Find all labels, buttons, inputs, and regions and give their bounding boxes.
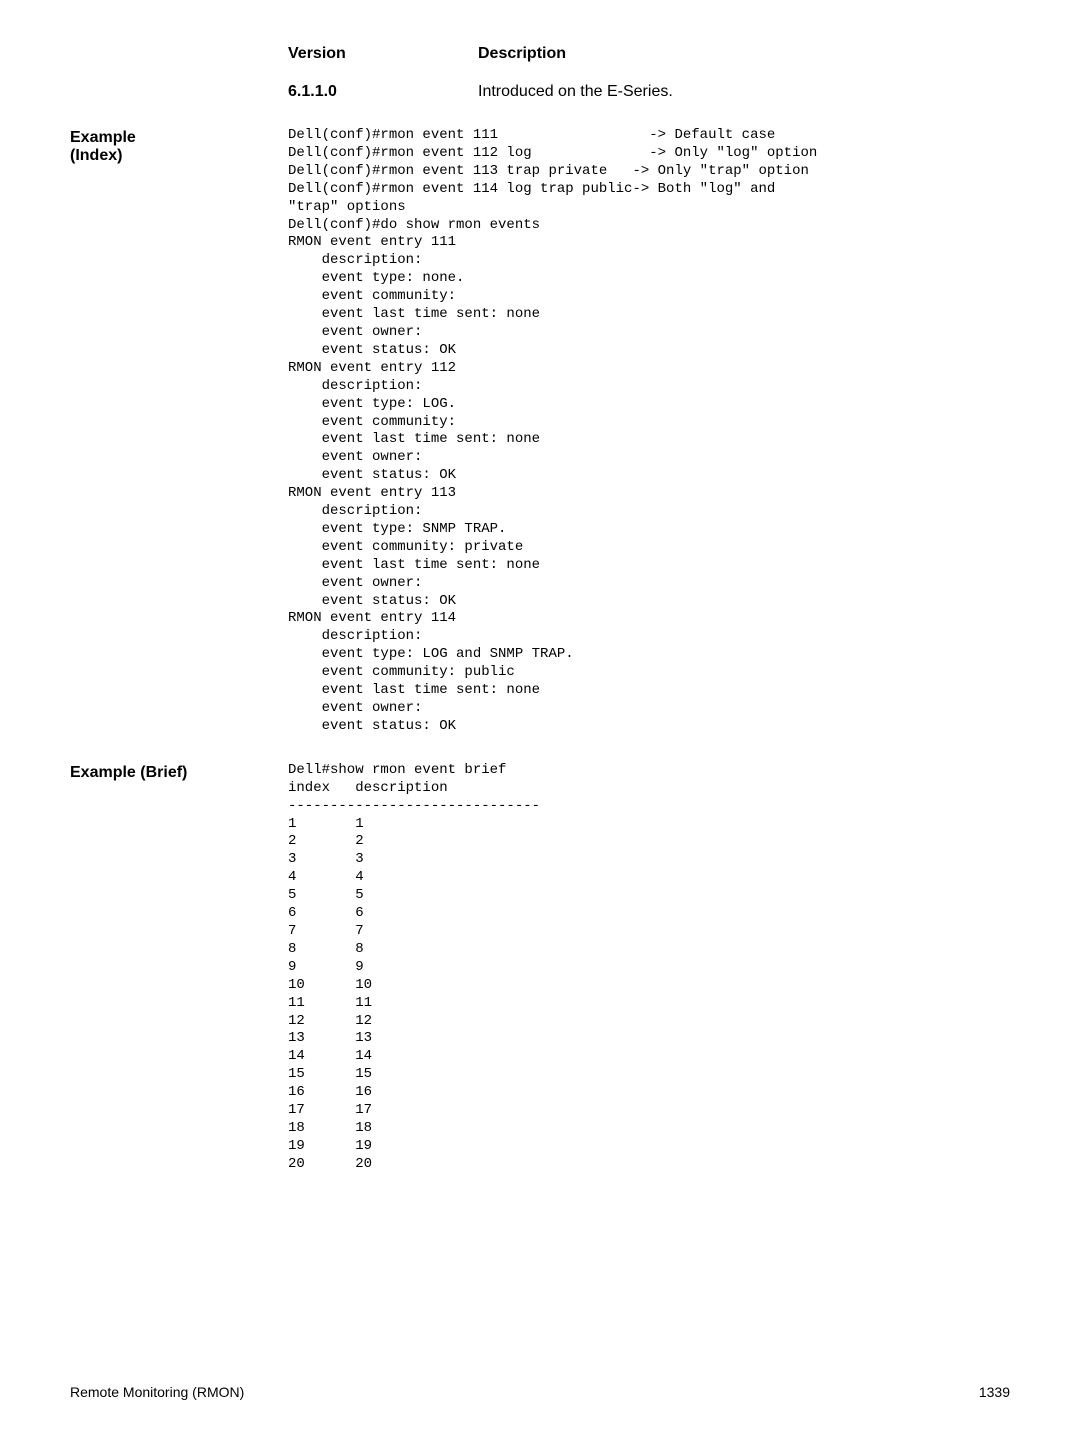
example-brief-section: Example (Brief) Dell#show rmon event bri… — [70, 762, 1010, 1174]
example-index-label: Example (Index) — [70, 127, 288, 165]
example-index-content: Dell(conf)#rmon event 111 -> Default cas… — [288, 127, 1010, 736]
row-version: 6.1.1.0 — [288, 83, 478, 101]
version-history-content: Version Description 6.1.1.0 Introduced o… — [288, 45, 1010, 101]
example-index-code: Dell(conf)#rmon event 111 -> Default cas… — [288, 127, 1010, 736]
page: Version Description 6.1.1.0 Introduced o… — [0, 0, 1080, 1434]
example-brief-code: Dell#show rmon event brief index descrip… — [288, 762, 1010, 1174]
page-footer: Remote Monitoring (RMON) 1339 — [70, 1384, 1010, 1400]
example-index-section: Example (Index) Dell(conf)#rmon event 11… — [70, 127, 1010, 736]
version-history: Version Description 6.1.1.0 Introduced o… — [70, 45, 1010, 101]
version-history-row: 6.1.1.0 Introduced on the E-Series. — [288, 83, 1010, 101]
version-history-header: Version Description — [288, 45, 1010, 63]
header-version: Version — [288, 45, 478, 63]
footer-right: 1339 — [979, 1384, 1010, 1400]
example-brief-content: Dell#show rmon event brief index descrip… — [288, 762, 1010, 1174]
row-description: Introduced on the E-Series. — [478, 83, 673, 101]
footer-left: Remote Monitoring (RMON) — [70, 1384, 244, 1400]
version-history-spacer — [70, 45, 288, 47]
header-description: Description — [478, 45, 566, 63]
example-brief-label: Example (Brief) — [70, 762, 288, 782]
